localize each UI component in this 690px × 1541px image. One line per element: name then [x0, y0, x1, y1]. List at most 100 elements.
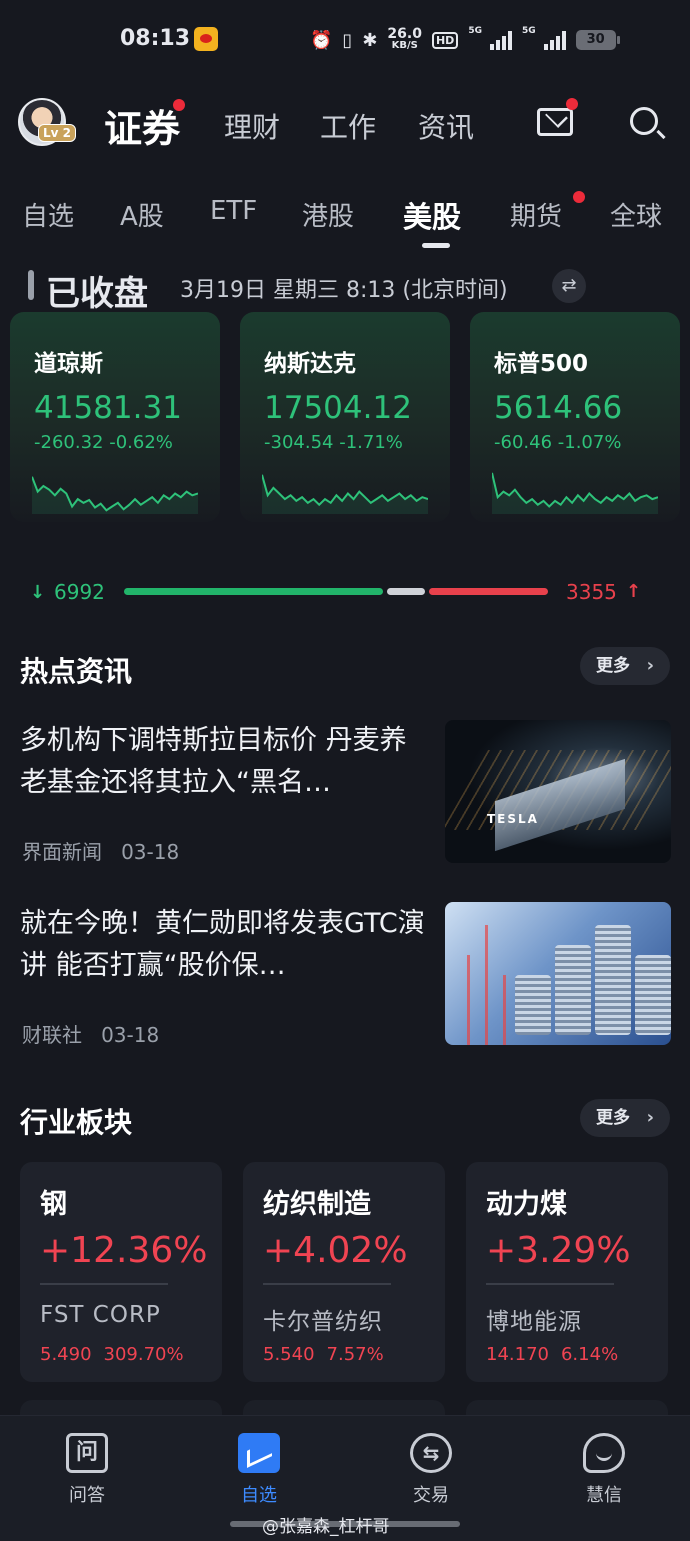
divider [486, 1283, 614, 1285]
leading-stock: FST CORP [40, 1302, 161, 1328]
news-thumbnail[interactable]: TESLA [445, 720, 671, 863]
battery-icon: 30 [575, 30, 620, 50]
leading-stock-quote: 5.540 7.57% [263, 1344, 384, 1365]
tab-futures[interactable]: 期货 [510, 196, 562, 233]
tab-global[interactable]: 全球 [610, 196, 662, 233]
index-value: 17504.12 [264, 390, 412, 426]
decliners-count: 6992 [54, 580, 105, 604]
down-arrow-icon: ↓ [30, 582, 46, 603]
hd-icon: HD [431, 31, 459, 49]
chevron-right-icon: › [646, 655, 654, 676]
news-meta: 界面新闻 03-18 [22, 836, 179, 865]
news-title[interactable]: 就在今晚！黄仁勋即将发表GTC演讲 能否打赢“股价保… [20, 903, 425, 987]
watermark: @张嘉森_杠杆哥 [262, 1517, 390, 1537]
index-sparkline [492, 472, 658, 514]
tab-futures-dot [573, 191, 585, 203]
nav-securities[interactable]: 证券 [104, 98, 180, 153]
tab-a-shares[interactable]: A股 [120, 196, 164, 233]
sector-name: 钢 [40, 1189, 67, 1220]
sector-change: +12.36% [40, 1230, 208, 1271]
index-name: 纳斯达克 [264, 351, 356, 377]
level-badge: Lv 2 [38, 124, 76, 142]
leading-stock-quote: 14.170 6.14% [486, 1344, 618, 1365]
nav-wealth[interactable]: 理财 [224, 106, 280, 146]
bottom-nav-chat[interactable]: 慧信 [544, 1416, 664, 1507]
thumbnail-sign-text: TESLA [487, 812, 539, 826]
market-status-title: 已收盘 [46, 274, 148, 314]
market-status-datetime: 3月19日 星期三 8:13 (北京时间) [180, 278, 508, 303]
bottom-nav-label: 慧信 [586, 1485, 622, 1506]
chat-icon [583, 1433, 625, 1473]
index-change: -60.46 -1.07% [494, 432, 622, 453]
index-change: -304.54 -1.71% [264, 432, 403, 453]
hot-news-more-button[interactable]: 更多 › [580, 647, 670, 685]
bottom-nav-trade[interactable]: ⇆ 交易 [371, 1416, 491, 1507]
watchlist-icon [238, 1433, 280, 1473]
stock-price: 5.490 [40, 1344, 92, 1365]
news-thumbnail[interactable] [445, 902, 671, 1045]
stock-change: 6.14% [560, 1344, 619, 1365]
index-name: 道琼斯 [34, 351, 103, 377]
index-card-sp500[interactable]: 标普500 5614.66 -60.46 -1.07% [470, 312, 680, 522]
news-source: 财联社 [22, 1023, 82, 1047]
trade-icon: ⇆ [410, 1433, 452, 1473]
status-icons: ⏰ ▯ ✱ 26.0 KB/S HD 5G 5G 30 [310, 26, 620, 54]
index-sparkline [32, 476, 198, 514]
sector-card[interactable]: 动力煤 +3.29% 博地能源 14.170 6.14% [466, 1162, 668, 1382]
market-breadth-bar [124, 588, 548, 595]
qa-icon: 问 [66, 1433, 108, 1473]
mail-unread-dot [566, 98, 578, 110]
tab-watchlist[interactable]: 自选 [22, 196, 74, 233]
news-date: 03-18 [121, 840, 180, 864]
nav-news[interactable]: 资讯 [418, 106, 474, 146]
sector-card[interactable]: 纺织制造 +4.02% 卡尔普纺织 5.540 7.57% [243, 1162, 445, 1382]
weibo-icon [194, 27, 218, 51]
bottom-nav-label: 交易 [413, 1485, 449, 1506]
status-bar: 08:13 ⏰ ▯ ✱ 26.0 KB/S HD 5G 5G 30 [0, 0, 690, 80]
sector-name: 动力煤 [486, 1189, 567, 1220]
nav-work[interactable]: 工作 [320, 106, 376, 146]
stock-change: 309.70% [103, 1344, 184, 1365]
leading-stock-quote: 5.490 309.70% [40, 1344, 184, 1365]
index-sparkline [262, 474, 428, 514]
alarm-icon: ⏰ [310, 29, 333, 51]
index-value: 5614.66 [494, 390, 623, 426]
sectors-title: 行业板块 [20, 1106, 133, 1139]
stock-change: 7.57% [326, 1344, 384, 1365]
search-icon[interactable] [630, 107, 658, 135]
swap-icon[interactable]: ⇄ [552, 269, 586, 303]
nav-securities-dot [173, 99, 185, 111]
breadth-down-segment [124, 588, 383, 595]
sectors-more-button[interactable]: 更多 › [580, 1099, 670, 1137]
breadth-up-segment [429, 588, 548, 595]
leading-stock: 博地能源 [486, 1309, 582, 1335]
divider [263, 1283, 391, 1285]
sector-change: +4.02% [263, 1230, 408, 1271]
index-card-dow[interactable]: 道琼斯 41581.31 -260.32 -0.62% [10, 312, 220, 522]
sparkline-area [262, 474, 428, 514]
stock-price: 5.540 [263, 1344, 315, 1365]
breadth-flat-segment [386, 588, 426, 595]
index-card-nasdaq[interactable]: 纳斯达克 17504.12 -304.54 -1.71% [240, 312, 450, 522]
index-change: -260.32 -0.62% [34, 432, 173, 453]
bottom-nav-label: 问答 [69, 1485, 105, 1506]
signal-icon [489, 30, 512, 50]
tab-us-stocks[interactable]: 美股 [403, 194, 461, 236]
bottom-nav-watchlist[interactable]: 自选 [199, 1416, 319, 1507]
leading-stock: 卡尔普纺织 [263, 1309, 383, 1335]
tab-hk-stocks[interactable]: 港股 [302, 196, 354, 233]
net-speed: 26.0 KB/S [387, 26, 422, 51]
signal-label-2: 5G [521, 26, 536, 36]
status-marker [28, 270, 34, 300]
active-tab-indicator [422, 243, 450, 248]
index-value: 41581.31 [34, 390, 182, 426]
sector-card[interactable]: 钢 +12.36% FST CORP 5.490 309.70% [20, 1162, 222, 1382]
news-title[interactable]: 多机构下调特斯拉目标价 丹麦养老基金还将其拉入“黑名… [20, 720, 425, 804]
bottom-nav-label: 自选 [241, 1485, 277, 1506]
bottom-nav-qa[interactable]: 问 问答 [27, 1416, 147, 1507]
advancers-count: 3355 [566, 580, 617, 604]
up-arrow-icon: ↑ [626, 581, 642, 602]
chevron-right-icon: › [646, 1107, 654, 1128]
tab-etf[interactable]: ETF [210, 196, 257, 226]
mail-icon[interactable] [537, 108, 573, 136]
